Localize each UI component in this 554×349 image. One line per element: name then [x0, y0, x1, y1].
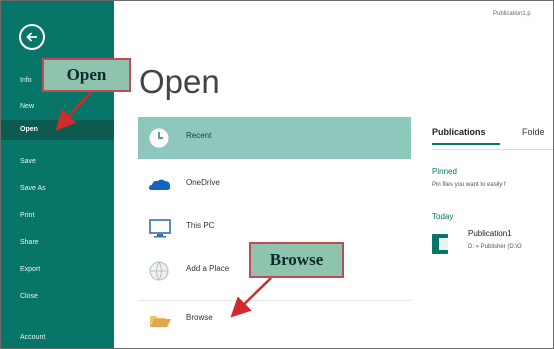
- open-callout: Open: [42, 58, 131, 92]
- annotation-arrows: [55, 91, 272, 318]
- browse-callout: Browse: [249, 242, 344, 278]
- publisher-backstage-window: Info New Open Save Save As Print Share E…: [0, 0, 554, 349]
- open-arrow: [55, 91, 92, 131]
- browse-arrow: [230, 277, 272, 318]
